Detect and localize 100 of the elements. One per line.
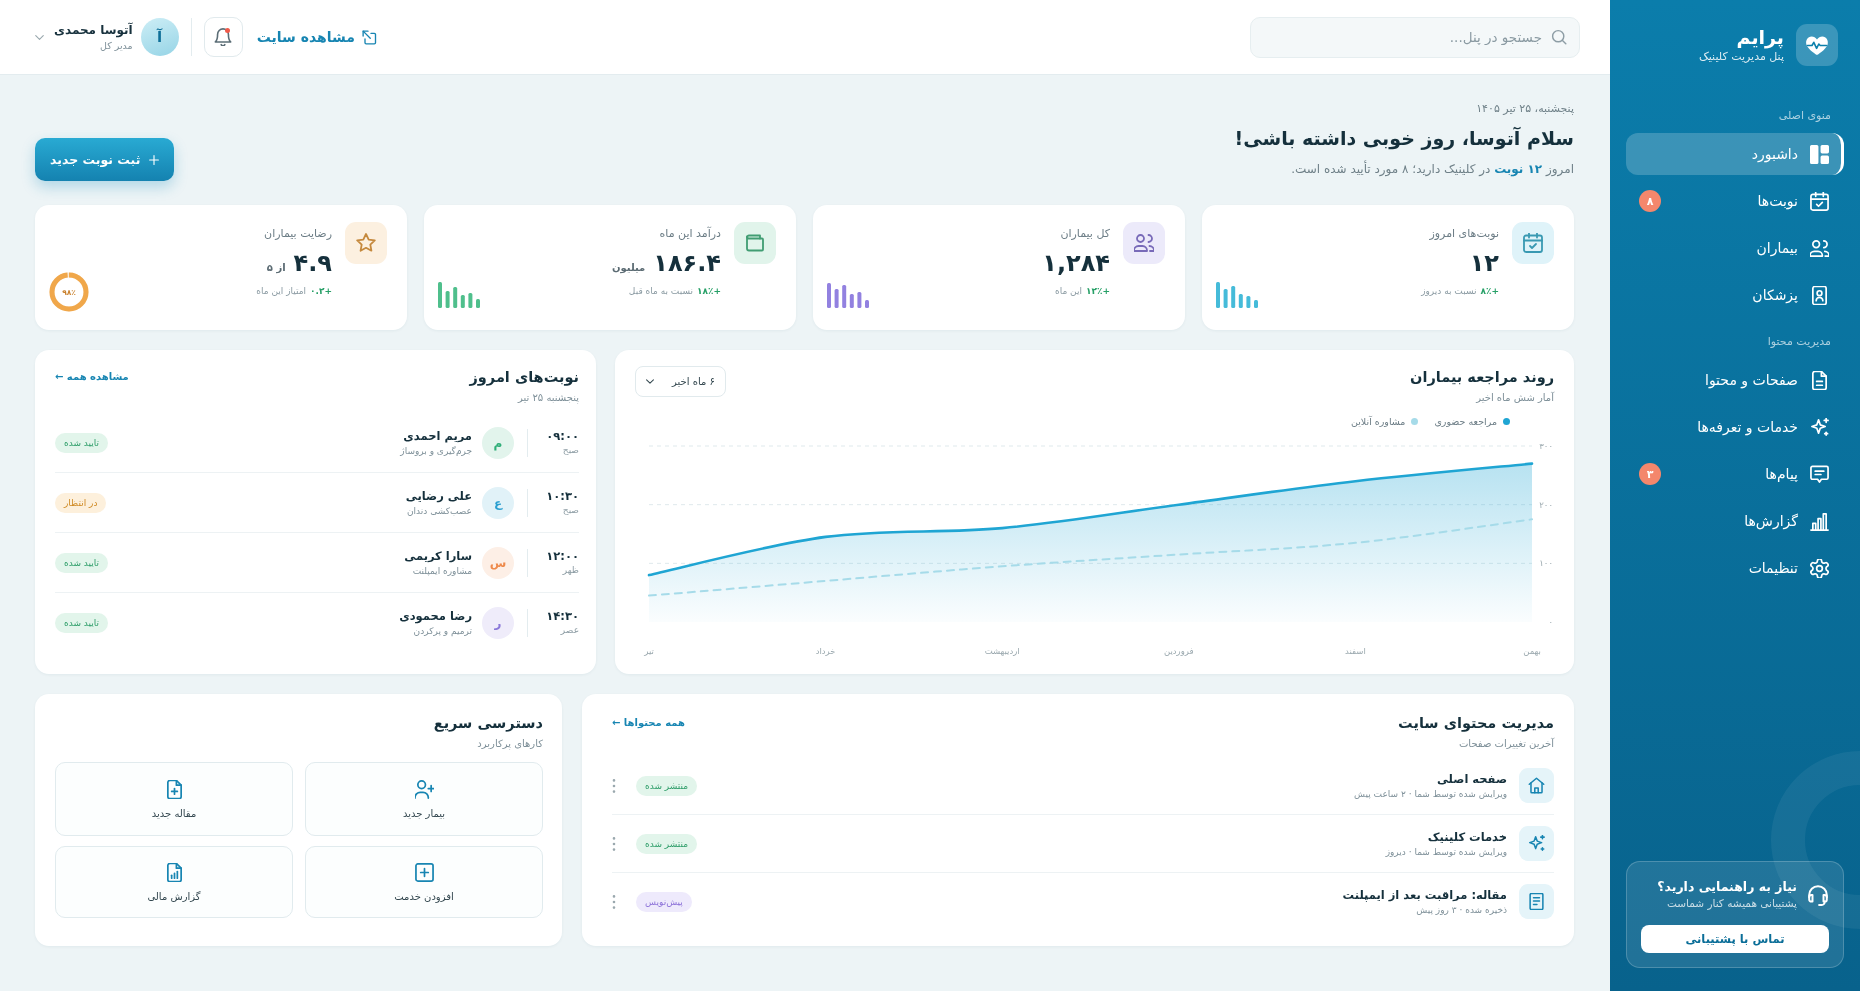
stat-unit: میلیون: [612, 262, 646, 273]
time-period: ظهر: [561, 564, 579, 577]
status-badge: منتشر شده: [636, 833, 698, 854]
more-icon[interactable]: [612, 894, 616, 909]
quick-action-button[interactable]: مقاله جدید: [55, 762, 293, 836]
stat-change: +۸٪: [1480, 285, 1499, 298]
quick-action-button[interactable]: گزارش مالی: [55, 846, 293, 918]
view-all-link[interactable]: مشاهده همه ←: [55, 371, 129, 382]
external-link-icon: [361, 29, 377, 45]
service-name: عصب‌کشی دندان: [405, 504, 472, 518]
axis-label: بهمن: [1523, 646, 1541, 656]
panel-subtitle: آمار شش ماه اخیر: [1474, 390, 1554, 405]
page-title: مقاله: مراقبت بعد از ایمپلنت: [1342, 886, 1507, 904]
chevron-down-icon[interactable]: [35, 34, 44, 40]
service-name: مشاوره ایمپلنت: [411, 564, 472, 578]
menu-section-label: منوی اصلی: [1777, 108, 1832, 124]
axis-label: ۱۰۰: [1539, 558, 1553, 569]
stat-note: این ماه: [1054, 285, 1082, 298]
help-title: نیاز به راهنمایی دارید؟: [1657, 878, 1797, 896]
axis-label: خرداد: [815, 646, 836, 656]
sparkle-icon: [1810, 417, 1829, 437]
stat-value: ۱۲: [1469, 248, 1499, 278]
appointment-time: ۱۰:۳۰: [545, 488, 579, 504]
quick-action-button[interactable]: بیمار جدید: [305, 762, 543, 836]
panel-title: مدیریت محتوای سایت: [1398, 714, 1554, 734]
users-icon: [1810, 238, 1829, 258]
sidebar-item[interactable]: پزشکان: [1626, 274, 1844, 316]
patient-avatar: م: [482, 426, 514, 459]
more-icon[interactable]: [612, 836, 616, 851]
help-text: پشتیبانی همیشه کنار شماست: [1665, 896, 1797, 911]
calendar-check-icon: [1512, 222, 1554, 264]
id-badge-icon: [1810, 285, 1829, 305]
user-avatar[interactable]: آ: [140, 18, 179, 56]
sidebar-item[interactable]: نوبت‌ها ۸: [1626, 180, 1844, 222]
sidebar-item[interactable]: خدمات و تعرفه‌ها: [1626, 406, 1844, 448]
sidebar-item[interactable]: صفحات و محتوا: [1626, 359, 1844, 401]
sidebar-item[interactable]: پیام‌ها ۳: [1626, 453, 1844, 495]
patient-name: رضا محمودی: [399, 607, 472, 625]
wallet-icon: [734, 222, 776, 264]
user-role: مدیر کل: [99, 38, 133, 53]
stat-label: کل بیماران: [1059, 226, 1110, 242]
all-content-link[interactable]: همه محتواها ←: [612, 717, 685, 728]
sidebar-item[interactable]: بیماران: [1626, 227, 1844, 269]
stat-value: ۱,۲۸۴: [1042, 248, 1110, 278]
status-badge: تایید شده: [55, 432, 109, 453]
add-square-icon: [414, 862, 434, 882]
panel-title: دسترسی سریع: [433, 714, 543, 734]
calendar-check-icon: [1810, 191, 1829, 211]
count-badge: ۸: [1639, 190, 1661, 212]
appointment-time: ۰۹:۰۰: [545, 428, 579, 444]
axis-label: فروردین: [1164, 646, 1194, 656]
stat-unit: از ۵: [266, 262, 286, 273]
stat-note: امتیاز این ماه: [256, 285, 307, 298]
search-field[interactable]: جستجو در پنل...: [1250, 16, 1580, 58]
greeting-subtitle: امروز ۱۲ نوبت در کلینیک دارید؛ ۸ مورد تأیید شده است.: [1290, 159, 1574, 179]
star-icon: [345, 222, 387, 264]
stat-note: نسبت به ماه قبل: [628, 285, 693, 298]
search-icon: [1551, 29, 1567, 45]
page-meta: ذخیره شده · ۳ روز پیش: [1415, 903, 1507, 917]
contact-support-button[interactable]: تماس با پشتیبانی: [1641, 925, 1829, 953]
sidebar-item[interactable]: گزارش‌ها: [1626, 500, 1844, 542]
quick-action-button[interactable]: افزودن خدمت: [305, 846, 543, 918]
status-badge: تایید شده: [55, 552, 109, 573]
sidebar-item[interactable]: تنظیمات: [1626, 547, 1844, 589]
service-name: جرم‌گیری و بروساژ: [400, 444, 472, 458]
count-badge: ۳: [1639, 463, 1661, 485]
legend-label: مشاوره آنلاین: [1350, 415, 1406, 427]
axis-label: ۰: [1548, 617, 1553, 627]
layout-icon: [1810, 144, 1829, 164]
time-period: صبح: [561, 444, 579, 457]
view-site-link[interactable]: مشاهده سایت: [256, 29, 377, 45]
status-badge: پیش‌نویس: [636, 891, 692, 912]
stat-value: ۱۸۶.۴: [653, 248, 721, 278]
axis-label: اردیبهشت: [984, 646, 1020, 656]
axis-label: ۲۰۰: [1539, 499, 1553, 510]
notifications-button[interactable]: [203, 17, 243, 57]
add-file-icon: [164, 779, 184, 799]
panel-title: نوبت‌های امروز: [469, 368, 579, 388]
legend-label: مراجعه حضوری: [1434, 415, 1497, 427]
sparkle-icon: [1519, 826, 1554, 861]
sidebar-item[interactable]: داشبورد: [1626, 133, 1844, 175]
settings-icon: [1810, 558, 1829, 578]
users-icon: [1123, 222, 1165, 264]
status-badge: در انتظار: [55, 492, 107, 513]
range-dropdown[interactable]: ۶ ماه اخیر: [635, 366, 726, 397]
patient-avatar: ر: [482, 606, 514, 639]
patient-name: سارا کریمی: [404, 547, 472, 565]
more-icon[interactable]: [612, 778, 616, 793]
stat-label: نوبت‌های امروز: [1428, 226, 1499, 242]
patient-name: علی رضایی: [405, 487, 472, 505]
page-meta: ویرایش شده توسط شما · دیروز: [1385, 845, 1507, 859]
add-user-icon: [414, 779, 434, 799]
bell-icon: [214, 28, 233, 46]
stat-note: نسبت به دیروز: [1421, 285, 1477, 298]
document-icon: [1810, 370, 1829, 390]
page-title: خدمات کلینیک: [1426, 828, 1507, 846]
service-name: ترمیم و پرکردن: [412, 624, 472, 638]
stat-value: ۴.۹: [293, 248, 332, 278]
new-appointment-button[interactable]: ثبت نوبت جدید: [35, 138, 175, 181]
patient-avatar: س: [482, 546, 514, 579]
